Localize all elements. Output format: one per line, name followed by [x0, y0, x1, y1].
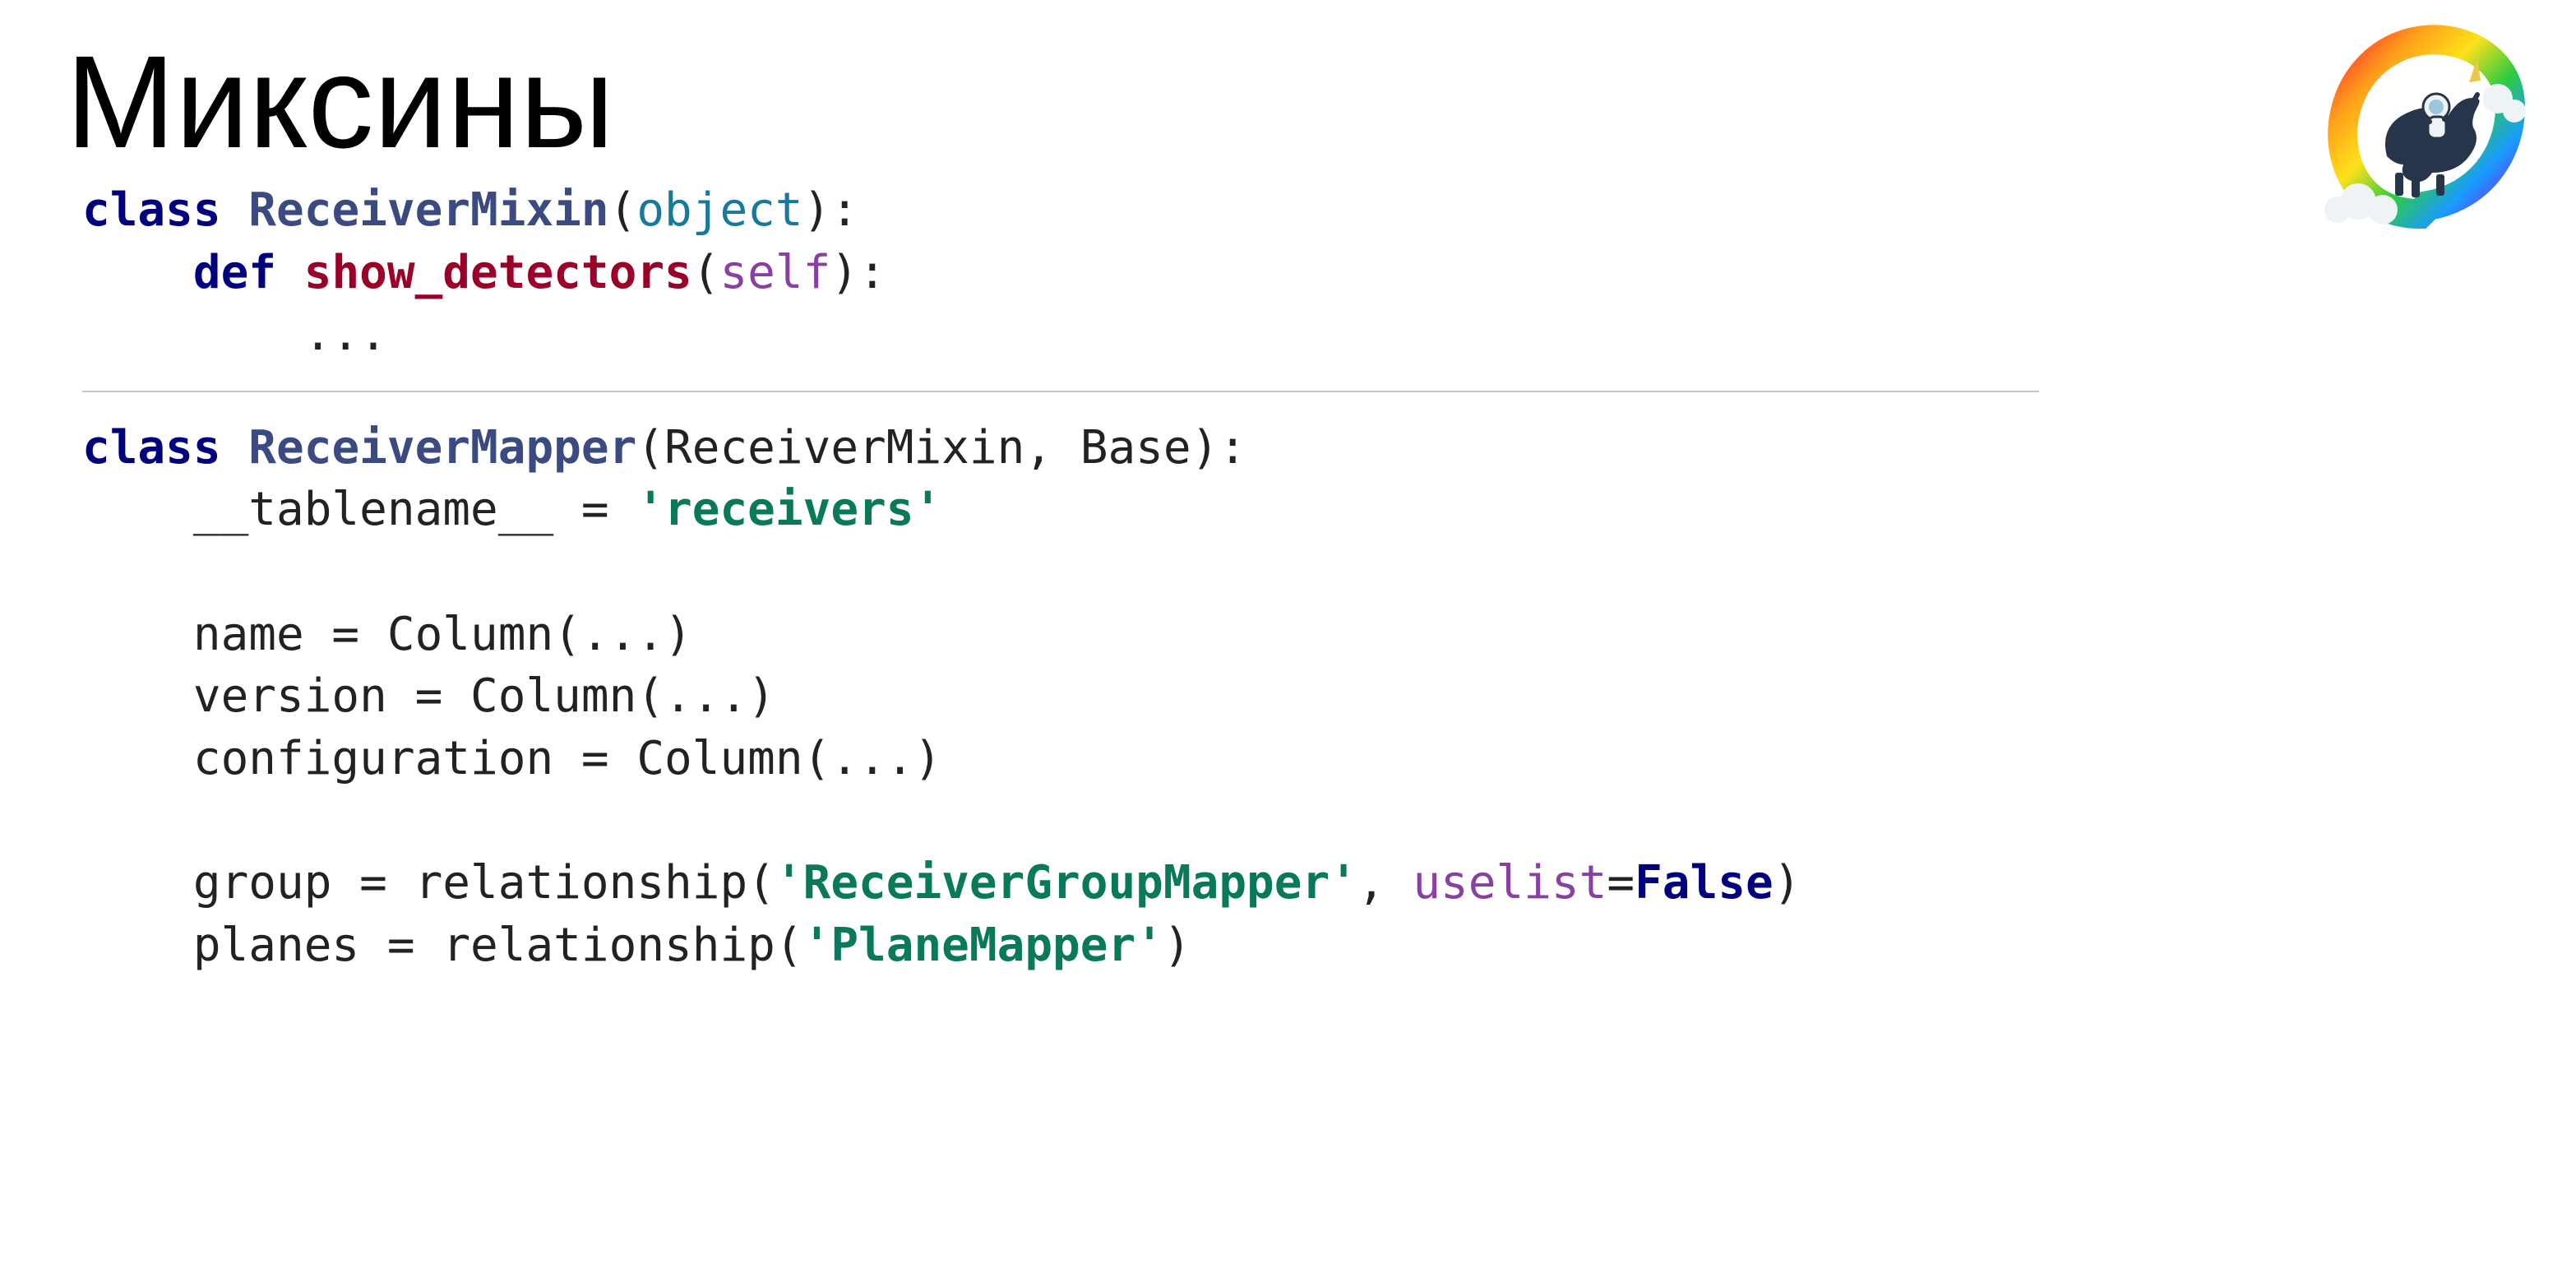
slide: Миксины [0, 0, 2576, 1264]
separator [82, 391, 2039, 392]
rainbow-unicorn-astronaut-logo [2313, 16, 2527, 230]
code-block-mapper: class ReceiverMapper(ReceiverMixin, Base… [82, 417, 2510, 976]
code-block-mixin: class ReceiverMixin(object): def show_de… [82, 179, 2510, 366]
page-title: Миксины [66, 33, 2510, 171]
